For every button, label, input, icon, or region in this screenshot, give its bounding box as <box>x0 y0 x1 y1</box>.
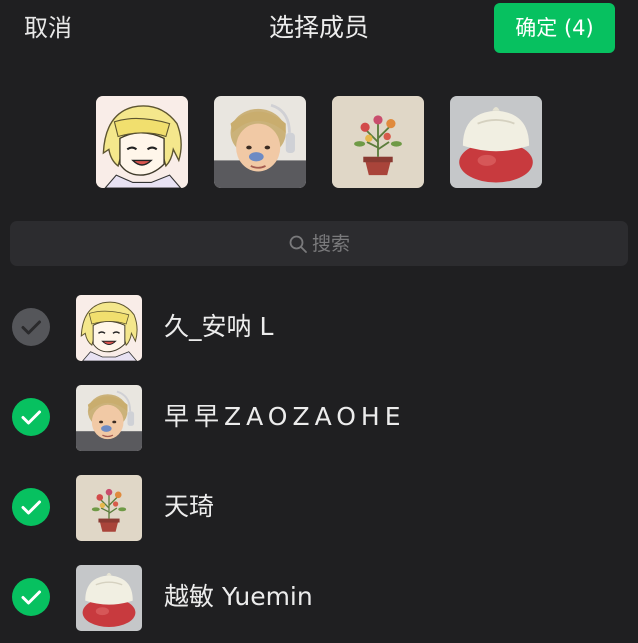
selected-members-strip <box>0 96 638 188</box>
member-row[interactable]: 越敏 Yuemin <box>0 552 638 643</box>
anime-blond-avatar <box>76 295 142 361</box>
steamed-bun-avatar[interactable] <box>450 96 542 188</box>
top-bar: 取消 选择成员 确定 (4) <box>0 0 638 56</box>
member-name: 早早ZAOZAOHE <box>164 402 406 431</box>
member-row[interactable]: 久_安呐 L <box>0 282 638 373</box>
search-placeholder: 搜索 <box>311 232 350 255</box>
member-name: 天琦 <box>164 492 215 521</box>
person-photo-avatar[interactable] <box>214 96 306 188</box>
anime-blond-avatar[interactable] <box>96 96 188 188</box>
member-name: 越敏 Yuemin <box>164 582 313 611</box>
search-input[interactable]: 搜索 <box>10 221 628 266</box>
steamed-bun-avatar <box>76 565 142 631</box>
member-row[interactable]: 天琦 <box>0 462 638 553</box>
checkmark-circle-icon[interactable] <box>12 578 50 616</box>
confirm-button[interactable]: 确定 (4) <box>494 3 615 53</box>
unchecked-circle-icon[interactable] <box>12 308 50 346</box>
member-row[interactable]: 早早ZAOZAOHE <box>0 372 638 463</box>
member-name: 久_安呐 L <box>164 312 274 341</box>
person-photo-avatar <box>76 385 142 451</box>
flower-painting-avatar <box>76 475 142 541</box>
search-icon <box>288 234 308 254</box>
checkmark-circle-icon[interactable] <box>12 488 50 526</box>
checkmark-circle-icon[interactable] <box>12 398 50 436</box>
flower-painting-avatar[interactable] <box>332 96 424 188</box>
